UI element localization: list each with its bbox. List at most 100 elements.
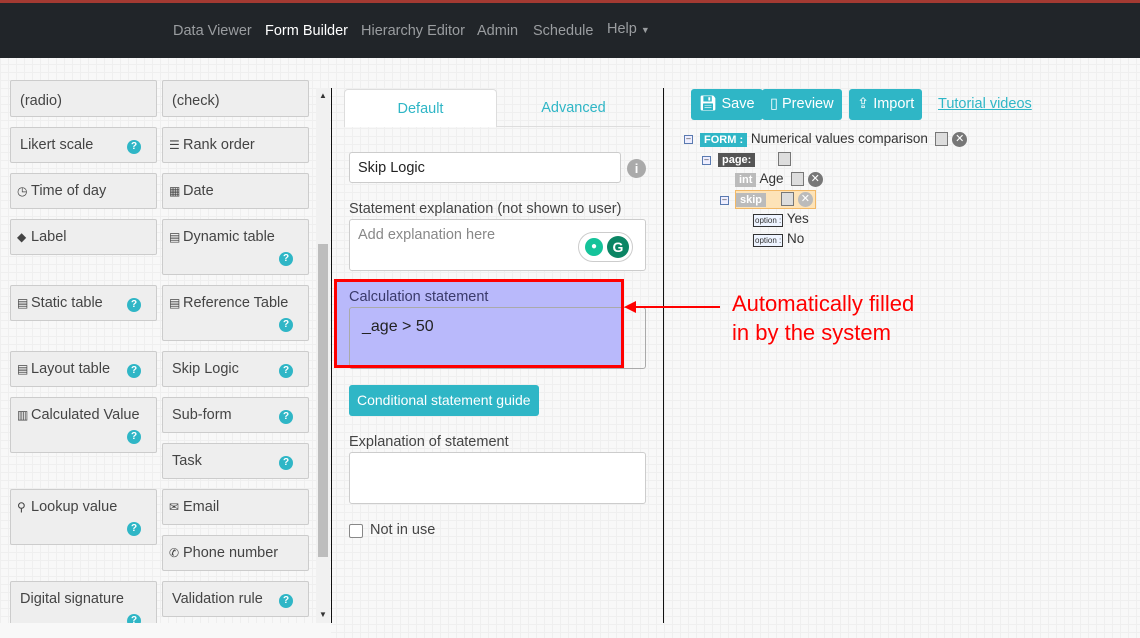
tree-option-node[interactable]: option : No: [753, 231, 804, 247]
tree-option-node[interactable]: option : Yes: [753, 211, 809, 227]
not-in-use-checkbox[interactable]: [349, 524, 363, 538]
table-icon: ▤: [17, 362, 29, 376]
form-name: Numerical values comparison: [750, 131, 928, 146]
option-label: Yes: [786, 211, 809, 226]
help-icon[interactable]: ?: [127, 364, 141, 378]
delete-icon[interactable]: ✕: [952, 131, 968, 147]
tree-skip-node[interactable]: skip ✕: [735, 190, 816, 209]
tutorial-videos-link[interactable]: Tutorial videos: [938, 96, 1032, 112]
palette-bottom-edge: [0, 623, 331, 638]
scroll-up-icon[interactable]: ▲: [319, 91, 327, 100]
scroll-down-icon[interactable]: ▼: [319, 610, 327, 619]
lightbulb-icon[interactable]: ●: [585, 238, 603, 256]
grammarly-widget[interactable]: ● G: [578, 232, 633, 262]
copy-icon[interactable]: [781, 192, 795, 207]
info-icon[interactable]: i: [627, 159, 646, 178]
search-icon: ⚲: [17, 500, 26, 514]
palette-lookup-value[interactable]: ⚲ Lookup value?: [10, 489, 157, 545]
help-icon[interactable]: ?: [279, 456, 293, 470]
item-label: Digital signature: [20, 591, 124, 607]
palette-skip-logic[interactable]: Skip Logic?: [162, 351, 309, 387]
name-input[interactable]: Skip Logic: [349, 152, 621, 183]
copy-icon[interactable]: [777, 152, 791, 167]
option-tag: option :: [753, 234, 784, 247]
palette-radio[interactable]: (radio): [10, 80, 157, 117]
tree-form-node[interactable]: FORM : Numerical values comparison ✕: [700, 131, 968, 147]
item-label: Reference Table: [183, 295, 289, 311]
preview-label: Preview: [782, 96, 834, 112]
table-icon: ▤: [169, 296, 181, 310]
tree-int-node[interactable]: int Age ✕: [735, 171, 823, 187]
calculator-icon: ▥: [17, 408, 29, 422]
help-icon[interactable]: ?: [279, 410, 293, 424]
nav-form-builder[interactable]: Form Builder: [265, 23, 348, 39]
tab-advanced[interactable]: Advanced: [497, 89, 650, 127]
copy-icon[interactable]: [791, 172, 805, 187]
palette-rank[interactable]: ☰ Rank order: [162, 127, 309, 163]
annotation-line: Automatically filled: [732, 291, 915, 316]
stmt-explanation-textarea[interactable]: [349, 452, 646, 504]
clock-icon: ◷: [17, 184, 28, 198]
palette-calculated-value[interactable]: ▥ Calculated Value?: [10, 397, 157, 453]
palette-date[interactable]: ▦ Date: [162, 173, 309, 209]
preview-button[interactable]: ▯ Preview: [762, 89, 842, 120]
help-icon[interactable]: ?: [127, 430, 141, 444]
save-button[interactable]: 💾︎ Save: [691, 89, 763, 120]
help-icon[interactable]: ?: [279, 252, 293, 266]
palette-check[interactable]: (check): [162, 80, 309, 117]
mobile-icon: ▯: [770, 96, 778, 112]
collapse-icon[interactable]: –: [720, 196, 729, 205]
grammarly-icon[interactable]: G: [607, 236, 629, 258]
scrollbar-thumb[interactable]: [318, 244, 328, 557]
highlight-border: [334, 279, 624, 368]
form-tag: FORM :: [700, 133, 748, 147]
palette-task[interactable]: Task?: [162, 443, 309, 479]
nav-schedule[interactable]: Schedule: [533, 23, 593, 39]
help-icon[interactable]: ?: [279, 364, 293, 378]
nav-help[interactable]: Help ▼: [607, 21, 650, 37]
item-label: Sub-form: [172, 407, 232, 423]
nav-data-viewer[interactable]: Data Viewer: [173, 23, 252, 39]
import-button[interactable]: ⇪ Import: [849, 89, 923, 120]
palette-label[interactable]: ◆ Label: [10, 219, 157, 255]
table-icon: ▤: [17, 296, 29, 310]
tab-default[interactable]: Default: [344, 89, 497, 127]
nav-hierarchy-editor[interactable]: Hierarchy Editor: [361, 23, 465, 39]
item-label: Dynamic table: [183, 229, 275, 245]
help-icon[interactable]: ?: [127, 140, 141, 154]
collapse-icon[interactable]: –: [684, 135, 693, 144]
nav-admin[interactable]: Admin: [477, 23, 518, 39]
palette-static-table[interactable]: ▤ Static table?: [10, 285, 157, 321]
tag-icon: ◆: [17, 230, 27, 244]
palette-time[interactable]: ◷ Time of day: [10, 173, 157, 209]
palette-dynamic-table[interactable]: ▤ Dynamic table?: [162, 219, 309, 275]
item-label: Skip Logic: [172, 361, 239, 377]
envelope-icon: ✉: [169, 500, 180, 514]
help-icon[interactable]: ?: [127, 298, 141, 312]
palette-sub-form[interactable]: Sub-form?: [162, 397, 309, 433]
palette-email[interactable]: ✉ Email: [162, 489, 309, 525]
delete-icon[interactable]: ✕: [797, 191, 813, 207]
collapse-icon[interactable]: –: [702, 156, 711, 165]
delete-icon[interactable]: ✕: [807, 171, 823, 187]
upload-icon: ⇪: [857, 96, 870, 112]
help-icon[interactable]: ?: [279, 594, 293, 608]
table-icon: ▤: [169, 230, 181, 244]
palette-phone[interactable]: ✆ Phone number: [162, 535, 309, 571]
help-icon[interactable]: ?: [127, 522, 141, 536]
copy-icon[interactable]: [935, 132, 949, 147]
import-label: Import: [873, 96, 915, 112]
help-icon[interactable]: ?: [279, 318, 293, 332]
palette-likert[interactable]: Likert scale?: [10, 127, 157, 163]
divider: [331, 88, 332, 623]
phone-icon: ✆: [169, 546, 180, 560]
conditional-guide-button[interactable]: Conditional statement guide: [349, 385, 539, 416]
palette-reference-table[interactable]: ▤ Reference Table?: [162, 285, 309, 341]
item-label: (check): [172, 93, 220, 109]
item-label: Layout table: [31, 361, 111, 377]
palette-validation-rule[interactable]: Validation rule?: [162, 581, 309, 617]
page-tag: page:: [718, 153, 756, 167]
palette-layout-table[interactable]: ▤ Layout table?: [10, 351, 157, 387]
tree-page-node[interactable]: page:: [718, 151, 791, 167]
save-label: Save: [721, 96, 755, 112]
